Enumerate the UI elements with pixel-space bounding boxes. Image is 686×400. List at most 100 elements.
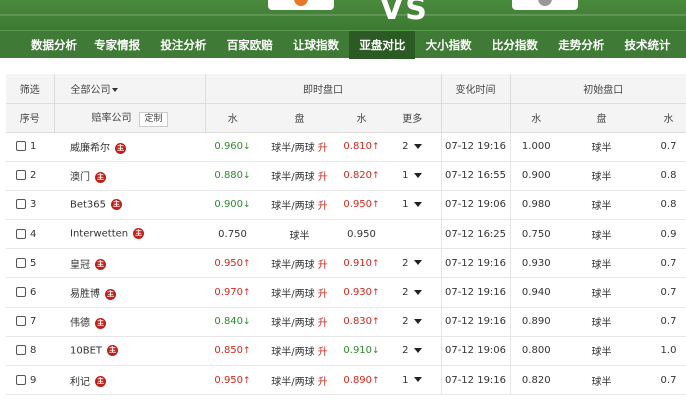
- company-cell[interactable]: 伟德主: [54, 307, 205, 337]
- handicap-cell[interactable]: 球半/两球 升: [260, 307, 339, 337]
- initial-handicap-cell: 球半: [562, 190, 641, 221]
- tab-8[interactable]: 走势分析: [548, 31, 614, 59]
- odds-number: 0.910: [343, 345, 373, 357]
- index-cell: 3: [6, 190, 54, 221]
- more-cell[interactable]: [384, 219, 441, 250]
- tab-4[interactable]: 让球指数: [283, 31, 349, 59]
- row-checkbox[interactable]: [16, 287, 26, 298]
- more-cell[interactable]: 2: [384, 132, 441, 162]
- row-index: 2: [30, 170, 37, 182]
- odds-value[interactable]: 0.950: [339, 219, 384, 250]
- company-select[interactable]: 全部公司: [53, 74, 205, 104]
- handicap-cell[interactable]: 球半: [260, 219, 339, 250]
- odds-value[interactable]: 0.810↑: [339, 132, 384, 162]
- more-header: 更多: [384, 103, 441, 133]
- handicap-cell[interactable]: 球半/两球 升: [260, 336, 339, 367]
- more-cell[interactable]: 1: [384, 190, 441, 221]
- row-checkbox[interactable]: [16, 316, 26, 327]
- odds-value[interactable]: 0.930↑: [339, 277, 384, 308]
- arrow-up-icon: ↑: [372, 171, 380, 182]
- handicap-change-mark: 升: [317, 318, 328, 330]
- handicap-cell[interactable]: 球半/两球 升: [260, 248, 339, 279]
- company-cell[interactable]: 10BET 主: [54, 336, 205, 367]
- handicap-cell[interactable]: 球半/两球 升: [260, 277, 339, 308]
- odds-value[interactable]: 0.900↓: [205, 190, 260, 221]
- initial-water-cell: 1.0: [641, 336, 686, 367]
- odds-value[interactable]: 0.960↓: [205, 132, 260, 162]
- odds-number: 0.830: [343, 316, 373, 328]
- row-checkbox[interactable]: [16, 257, 26, 268]
- tab-7[interactable]: 比分指数: [482, 31, 548, 59]
- water-header: 水: [204, 103, 260, 133]
- row-checkbox[interactable]: [16, 374, 26, 385]
- caret-down-icon: [414, 377, 423, 383]
- company-cell[interactable]: Bet365 主: [54, 190, 205, 221]
- company-cell[interactable]: 利记主: [54, 365, 205, 396]
- tab-2[interactable]: 投注分析: [150, 31, 216, 59]
- handicap-cell[interactable]: 球半/两球 升: [260, 161, 339, 191]
- arrow-up-icon: ↑: [243, 346, 251, 357]
- company-cell[interactable]: 澳门主: [54, 161, 205, 191]
- row-checkbox[interactable]: [16, 170, 26, 181]
- odds-number: 0.910: [343, 257, 373, 269]
- odds-value[interactable]: 0.950↑: [339, 190, 384, 221]
- change-time-cell: 07-12 19:16: [440, 307, 510, 337]
- odds-value[interactable]: 0.880↓: [205, 161, 260, 191]
- odds-value[interactable]: 0.950↑: [205, 365, 260, 396]
- arrow-down-icon: ↓: [372, 346, 380, 357]
- odds-value[interactable]: 0.970↑: [205, 277, 260, 308]
- tab-6[interactable]: 大小指数: [415, 31, 481, 59]
- odds-value[interactable]: 0.890↑: [339, 365, 384, 396]
- initial-handicap-cell: 球半: [562, 307, 641, 337]
- custom-button[interactable]: 定制: [139, 111, 168, 127]
- more-cell[interactable]: 2: [384, 307, 441, 337]
- row-checkbox[interactable]: [16, 228, 26, 239]
- arrow-down-icon: ↓: [243, 200, 251, 211]
- tab-3[interactable]: 百家欧赔: [217, 31, 283, 59]
- caret-down-icon: [414, 347, 423, 353]
- header-row-2: 序号 赔率公司 定制 水 盘 水 更多 水 盘 水: [6, 103, 686, 133]
- company-cell[interactable]: 皇冠主: [54, 248, 205, 279]
- odds-number: 0.840: [214, 316, 244, 328]
- odds-value[interactable]: 0.850↑: [205, 336, 260, 367]
- odds-number: 0.810: [343, 141, 373, 153]
- more-cell[interactable]: 2: [384, 277, 441, 308]
- company-cell[interactable]: Interwetten 主: [54, 219, 205, 250]
- tab-1[interactable]: 专家情报: [84, 31, 150, 59]
- tab-5[interactable]: 亚盘对比: [349, 31, 416, 59]
- tab-9[interactable]: 技术统计: [614, 31, 680, 59]
- odds-value[interactable]: 0.750: [205, 219, 260, 250]
- odds-value[interactable]: 0.840↓: [205, 307, 260, 337]
- row-checkbox[interactable]: [16, 141, 26, 152]
- change-time-cell: 07-12 19:16: [440, 277, 510, 308]
- handicap-cell[interactable]: 球半/两球 升: [260, 365, 339, 396]
- company-cell[interactable]: 威廉希尔主: [54, 132, 205, 162]
- initial-water-cell: 0.8: [641, 161, 686, 191]
- more-cell[interactable]: 2: [384, 248, 441, 279]
- odds-number: 0.900: [214, 199, 244, 211]
- more-cell[interactable]: 1: [384, 365, 441, 396]
- initial-water-cell: 0.8: [641, 190, 686, 221]
- company-cell[interactable]: 易胜博主: [54, 277, 205, 308]
- more-cell[interactable]: 1: [384, 161, 441, 191]
- odds-value[interactable]: 0.910↑: [339, 248, 384, 279]
- initial-water-cell: 0.7: [641, 365, 686, 396]
- row-checkbox[interactable]: [16, 199, 26, 210]
- row-checkbox[interactable]: [16, 345, 26, 356]
- handicap-value: 球半/两球: [271, 376, 315, 388]
- odds-value[interactable]: 0.820↑: [339, 161, 384, 191]
- odds-value[interactable]: 0.830↑: [339, 307, 384, 337]
- initial-handicap-cell: 球半: [562, 336, 641, 367]
- more-count: 1: [402, 170, 409, 182]
- handicap-cell[interactable]: 球半/两球 升: [260, 132, 339, 162]
- initial-handicap-cell: 球半: [562, 219, 641, 250]
- change-time-cell: 07-12 16:55: [440, 161, 510, 191]
- handicap-cell[interactable]: 球半/两球 升: [260, 190, 339, 221]
- arrow-up-icon: ↑: [372, 375, 380, 386]
- odds-value[interactable]: 0.910↓: [339, 336, 384, 367]
- initial-water-cell: 0.9: [641, 219, 686, 250]
- tab-0[interactable]: 数据分析: [24, 31, 84, 59]
- odds-value[interactable]: 0.950↑: [205, 248, 260, 279]
- change-time-cell: 07-12 16:25: [440, 219, 510, 250]
- more-cell[interactable]: 2: [384, 336, 441, 367]
